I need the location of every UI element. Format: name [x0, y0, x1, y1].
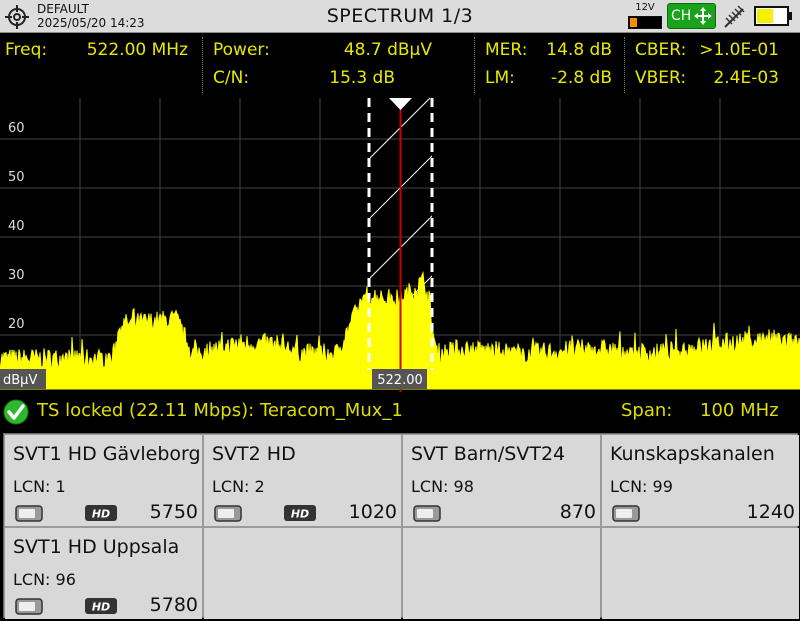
- y-tick-label: 40: [8, 219, 25, 234]
- cber-label: CBER:: [635, 40, 687, 60]
- hd-icon: HD: [85, 598, 117, 614]
- empty-cell: [403, 528, 600, 619]
- y-tick-label: 30: [8, 268, 25, 283]
- freq-value: 522.00 MHz: [86, 40, 188, 60]
- marker-frequency-label: 522.00: [377, 373, 423, 388]
- tv-icon: [15, 598, 43, 615]
- power-value: 48.7 dBµV: [343, 40, 432, 60]
- service-id: 870: [559, 501, 596, 523]
- service-id: 5750: [149, 501, 198, 523]
- service-id: 1240: [746, 501, 795, 523]
- tv-icon: [214, 505, 242, 522]
- battery-icon: [754, 6, 792, 26]
- tv-icon: [612, 505, 640, 522]
- mer-value: 14.8 dB: [546, 40, 612, 60]
- divider: [474, 37, 475, 93]
- spectrum-chart[interactable]: 60 50 40 30 20 522.00 dBµV: [0, 98, 800, 392]
- service-cell[interactable]: SVT1 HD Uppsala LCN: 96 HD 5780: [5, 528, 202, 619]
- empty-cell: [602, 528, 799, 619]
- empty-cell: [204, 528, 401, 619]
- service-list: SVT1 HD Gävleborg LCN: 1 HD 5750 SVT2 HD…: [3, 433, 799, 619]
- divider: [624, 37, 625, 93]
- y-tick-label: 60: [8, 121, 25, 136]
- service-id: 1020: [348, 501, 397, 523]
- cn-label: C/N:: [213, 68, 250, 88]
- voltage-bar-icon: [628, 16, 662, 29]
- top-bar: DEFAULT 2025/05/20 14:23 SPECTRUM 1/3 12…: [0, 0, 800, 33]
- service-lcn: LCN: 99: [610, 477, 673, 496]
- service-lcn: LCN: 98: [411, 477, 474, 496]
- service-cell[interactable]: SVT2 HD LCN: 2 HD 1020: [204, 435, 401, 526]
- freq-label: Freq:: [5, 40, 48, 60]
- supply-voltage: 12V: [626, 2, 664, 30]
- vber-value: 2.4E-03: [713, 68, 779, 88]
- service-cell[interactable]: SVT Barn/SVT24 LCN: 98 870: [403, 435, 600, 526]
- unit-label: dBµV: [3, 373, 37, 388]
- channel-mode-label: CH: [671, 8, 692, 24]
- lm-value: -2.8 dB: [550, 68, 612, 88]
- power-label: Power:: [213, 40, 270, 60]
- y-tick-label: 20: [8, 317, 25, 332]
- service-name: Kunskapskanalen: [610, 443, 775, 465]
- span-label: Span:: [621, 400, 673, 421]
- service-name: SVT2 HD: [212, 443, 296, 465]
- tv-icon: [15, 505, 43, 522]
- service-name: SVT1 HD Gävleborg: [13, 443, 201, 465]
- service-lcn: LCN: 2: [212, 477, 265, 496]
- vber-label: VBER:: [635, 68, 687, 88]
- hd-icon: HD: [284, 505, 316, 521]
- service-id: 5780: [149, 594, 198, 616]
- measurement-panel: Freq: 522.00 MHz Power: 48.7 dBµV C/N: 1…: [0, 34, 800, 97]
- service-name: SVT1 HD Uppsala: [13, 536, 180, 558]
- channel-mode-button[interactable]: CH: [667, 3, 716, 29]
- span-value[interactable]: 100 MHz: [700, 400, 779, 421]
- service-lcn: LCN: 96: [13, 570, 76, 589]
- divider: [202, 37, 203, 93]
- ts-lock-status: TS locked (22.11 Mbps): Teracom_Mux_1: [37, 400, 403, 421]
- antenna-icon: [724, 5, 745, 28]
- cber-value: >1.0E-01: [699, 40, 779, 60]
- hd-icon: HD: [85, 505, 117, 521]
- cn-value: 15.3 dB: [329, 68, 395, 88]
- service-lcn: LCN: 1: [13, 477, 66, 496]
- move-arrows-icon: [694, 7, 712, 25]
- status-bar: TS locked (22.11 Mbps): Teracom_Mux_1 Sp…: [0, 394, 800, 430]
- voltage-label: 12V: [635, 2, 655, 13]
- svg-text:HD: HD: [291, 508, 309, 521]
- check-icon: [3, 399, 29, 425]
- lm-label: LM:: [485, 68, 515, 88]
- y-tick-label: 50: [8, 170, 25, 185]
- svg-text:HD: HD: [92, 508, 110, 521]
- service-cell[interactable]: SVT1 HD Gävleborg LCN: 1 HD 5750: [5, 435, 202, 526]
- mer-label: MER:: [485, 40, 528, 60]
- tv-icon: [413, 505, 441, 522]
- service-name: SVT Barn/SVT24: [411, 443, 566, 465]
- service-cell[interactable]: Kunskapskanalen LCN: 99 1240: [602, 435, 799, 526]
- svg-text:HD: HD: [92, 601, 110, 614]
